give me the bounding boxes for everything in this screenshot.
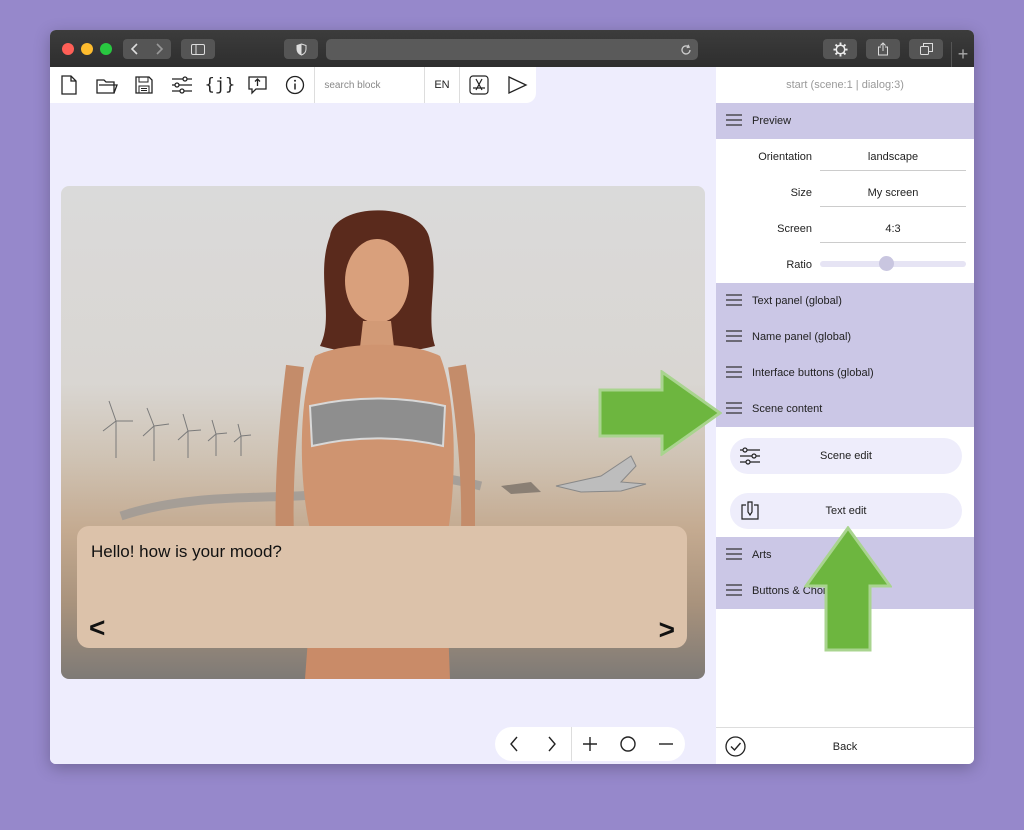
dialog-box[interactable]: Hello! how is your mood? < > [77,526,687,648]
nav-buttons [123,39,171,59]
orientation-row: Orientation landscape [716,139,974,175]
size-label: Size [790,187,812,199]
shield-icon[interactable] [284,39,318,59]
hamburger-icon [726,401,742,417]
section-preview[interactable]: Preview [716,103,974,139]
zoom-reset-icon[interactable] [609,727,647,761]
size-row: Size My screen [716,175,974,211]
section-label: Scene content [752,403,823,415]
back-button[interactable]: Back [716,727,974,764]
search-placeholder: search block [324,79,381,91]
play-icon[interactable] [498,67,536,103]
hamburger-icon [726,113,742,129]
upload-comment-icon[interactable] [239,67,277,103]
hamburger-icon [726,583,742,599]
save-icon[interactable] [126,67,164,103]
sliders-icon [730,447,770,465]
open-folder-icon[interactable] [88,67,126,103]
screen-label: Screen [777,223,812,235]
forward-arrow-icon[interactable] [147,43,171,55]
dialog-text: Hello! how is your mood? [91,542,282,561]
back-label: Back [832,740,858,753]
section-label: Text panel (global) [752,295,842,307]
share-icon[interactable] [866,39,900,59]
maximize-icon[interactable] [100,43,112,55]
properties-panel: start (scene:1 | dialog:3) Preview Orien… [716,67,974,764]
section-text-panel[interactable]: Text panel (global) [716,283,974,319]
chevron-right-icon[interactable] [533,727,571,761]
tabs-overview-icon[interactable] [909,39,943,59]
browser-window: + {j} search block EN Hello! how is your… [50,30,974,764]
panel-title: start (scene:1 | dialog:3) [786,79,904,91]
section-label: Preview [752,115,792,127]
search-block-input[interactable]: search block [314,67,425,103]
sidebar-toggle-icon[interactable] [181,39,215,59]
reload-icon[interactable] [680,43,692,61]
orientation-field[interactable]: landscape [820,144,966,171]
hamburger-icon [726,329,742,345]
slider-handle[interactable] [879,256,894,271]
hamburger-icon [726,547,742,563]
editor-toolbar: {j} search block EN [50,67,536,103]
new-file-icon[interactable] [50,67,88,103]
minimize-icon[interactable] [81,43,93,55]
section-interface-buttons[interactable]: Interface buttons (global) [716,355,974,391]
hamburger-icon [726,365,742,381]
address-bar[interactable] [326,39,698,60]
screen-row: Screen 4:3 [716,211,974,247]
section-label: Interface buttons (global) [752,367,874,379]
language-button[interactable]: EN [425,67,461,103]
size-field[interactable]: My screen [820,180,966,207]
ratio-label: Ratio [786,259,812,271]
arrow-up-annotation [804,526,892,652]
screen-field[interactable]: 4:3 [820,216,966,243]
close-icon[interactable] [62,43,74,55]
arrow-right-annotation [598,370,722,456]
scene-edit-label: Scene edit [820,450,872,462]
zoom-in-icon[interactable] [572,727,610,761]
text-edit-label: Text edit [825,505,867,517]
pen-box-icon [730,501,770,521]
section-label: Arts [752,549,772,561]
section-scene-content[interactable]: Scene content [716,391,974,427]
dialog-prev-button[interactable]: < [89,612,105,644]
json-icon[interactable]: {j} [201,67,239,103]
back-arrow-icon[interactable] [123,43,147,55]
zoom-out-icon[interactable] [647,727,685,761]
text-edit-button[interactable]: Text edit [730,493,962,529]
settings-sliders-icon[interactable] [163,67,201,103]
title-bar: + [50,30,974,68]
ratio-slider[interactable] [820,256,966,271]
scene-edit-button[interactable]: Scene edit [730,438,962,474]
info-icon[interactable] [277,67,315,103]
section-name-panel[interactable]: Name panel (global) [716,319,974,355]
gear-icon[interactable] [823,39,857,59]
orientation-label: Orientation [758,151,812,163]
dialog-next-button[interactable]: > [659,614,675,646]
new-tab-button[interactable]: + [951,42,974,67]
hamburger-icon [726,293,742,309]
zoom-controls [495,727,685,761]
app-store-icon[interactable] [460,67,498,103]
ratio-row: Ratio [716,247,974,283]
chevron-left-icon[interactable] [495,727,533,761]
section-label: Name panel (global) [752,331,852,343]
